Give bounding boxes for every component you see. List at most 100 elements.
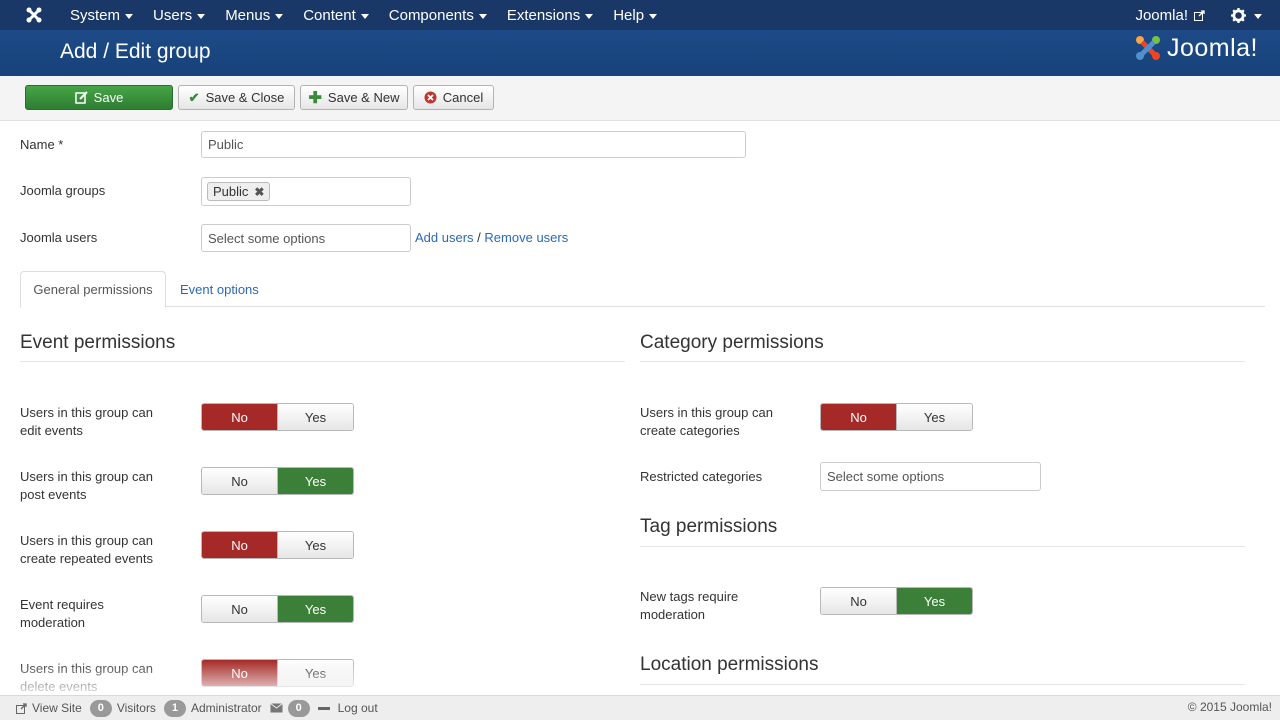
yes-option[interactable]: Yes (277, 532, 353, 558)
perm-post-events-toggle: No Yes (201, 467, 354, 495)
yes-option[interactable]: Yes (896, 404, 972, 430)
caret-down-icon (125, 13, 134, 19)
toolbar: Save ✔ Save & Close ✚ Save & New Cancel (0, 76, 1280, 121)
caret-down-icon (478, 13, 487, 19)
visitors-badge: 0 (89, 699, 112, 717)
envelope-icon (269, 703, 283, 713)
tag-permissions-title: Tag permissions (640, 516, 778, 537)
save-button[interactable]: Save (25, 85, 173, 110)
no-option[interactable]: No (821, 588, 896, 614)
plus-icon: ✚ (308, 89, 322, 107)
users-multiselect[interactable]: Select some options (201, 224, 411, 252)
perm-delete-events-toggle: No Yes (201, 659, 354, 687)
no-option[interactable]: No (202, 660, 277, 686)
status-bar: View Site 0 Visitors 1 Administrator 0 L… (0, 695, 1280, 720)
admin-status: 1 Administrator (163, 699, 262, 717)
add-users-link[interactable]: Add users (415, 230, 474, 245)
menu-help[interactable]: Help (603, 7, 667, 24)
name-input[interactable]: Public (201, 131, 746, 158)
category-permissions-title: Category permissions (640, 332, 824, 353)
perm-create-categories-label: Users in this group can create categories (640, 405, 773, 438)
edit-icon (74, 91, 88, 104)
messages-status[interactable]: 0 (269, 699, 310, 717)
yes-option[interactable]: Yes (277, 596, 353, 622)
visitors-status: 0 Visitors (89, 699, 156, 717)
view-site-link[interactable]: View Site (16, 701, 82, 715)
divider (640, 546, 1245, 547)
menu-users[interactable]: Users (143, 7, 215, 24)
caret-down-icon (649, 13, 658, 19)
yes-option[interactable]: Yes (277, 660, 353, 686)
divider (640, 361, 1245, 362)
no-option[interactable]: No (202, 404, 277, 430)
logout-link[interactable]: Log out (317, 701, 378, 715)
site-link[interactable]: Joomla! (1135, 7, 1205, 24)
remove-chip-icon[interactable]: ✖ (254, 185, 264, 199)
settings-gear-dropdown[interactable] (1231, 7, 1262, 23)
perm-moderation-toggle: No Yes (201, 595, 354, 623)
perm-edit-events-toggle: No Yes (201, 403, 354, 431)
caret-down-icon (360, 13, 369, 19)
menu-extensions[interactable]: Extensions (497, 7, 603, 24)
yes-option[interactable]: Yes (277, 468, 353, 494)
menu-menus[interactable]: Menus (215, 7, 293, 24)
location-permissions-title: Location permissions (640, 654, 819, 675)
no-option[interactable]: No (202, 468, 277, 494)
page-header: Add / Edit group Joomla! (0, 30, 1280, 76)
perm-moderation-label: Event requires moderation (20, 597, 104, 630)
restricted-categories-label: Restricted categories (640, 469, 763, 484)
save-new-button[interactable]: ✚ Save & New (300, 85, 408, 110)
groups-multiselect[interactable]: Public ✖ (201, 177, 411, 206)
yes-option[interactable]: Yes (277, 404, 353, 430)
minus-icon (317, 706, 330, 710)
no-option[interactable]: No (821, 404, 896, 430)
caret-down-icon (275, 13, 284, 19)
caret-down-icon (585, 13, 594, 19)
external-link-icon (1194, 9, 1205, 21)
divider (640, 684, 1245, 685)
save-close-button[interactable]: ✔ Save & Close (178, 85, 295, 110)
perm-delete-events-label: Users in this group can delete events (20, 661, 153, 694)
divider (20, 361, 625, 362)
copyright: © 2015 Joomla! (1187, 700, 1272, 714)
tab-event-options[interactable]: Event options (168, 271, 271, 307)
event-permissions-title: Event permissions (20, 332, 176, 353)
no-option[interactable]: No (202, 596, 277, 622)
perm-post-events-label: Users in this group can post events (20, 469, 153, 502)
remove-users-link[interactable]: Remove users (484, 230, 568, 245)
users-links: Add users / Remove users (415, 230, 569, 245)
brand-text: Joomla! (1166, 33, 1258, 62)
yes-option[interactable]: Yes (896, 588, 972, 614)
perm-tags-moderation-toggle: No Yes (820, 587, 973, 615)
menu-content[interactable]: Content (293, 7, 379, 24)
cancel-icon (424, 91, 437, 104)
external-link-icon (16, 702, 27, 714)
joomla-menu-icon[interactable] (20, 0, 48, 30)
top-nav: System Users Menus Content Components Ex… (0, 0, 1280, 30)
perm-repeated-events-label: Users in this group can create repeated e… (20, 533, 153, 566)
perm-tags-moderation-label: New tags require moderation (640, 589, 739, 622)
joomla-logo-icon (1135, 36, 1160, 60)
perm-create-categories-toggle: No Yes (820, 403, 973, 431)
perm-edit-events-label: Users in this group can edit events (20, 405, 153, 438)
cancel-button[interactable]: Cancel (413, 85, 494, 110)
caret-down-icon (197, 13, 206, 19)
users-label: Joomla users (20, 230, 98, 245)
group-chip: Public ✖ (207, 182, 271, 201)
page-title: Add / Edit group (60, 40, 211, 63)
no-option[interactable]: No (202, 532, 277, 558)
admin-badge: 1 (163, 699, 186, 717)
tab-bar: General permissions Event options (20, 271, 1265, 308)
groups-label: Joomla groups (20, 183, 106, 198)
menu-components[interactable]: Components (379, 7, 497, 24)
messages-badge: 0 (287, 699, 310, 717)
perm-repeated-events-toggle: No Yes (201, 531, 354, 559)
tab-general-permissions[interactable]: General permissions (20, 271, 166, 308)
joomla-brand: Joomla! (1133, 33, 1258, 63)
caret-down-icon (1254, 13, 1262, 19)
menu-system[interactable]: System (60, 7, 143, 24)
check-icon: ✔ (188, 89, 200, 105)
gear-icon (1231, 7, 1246, 23)
name-label: Name * (20, 137, 64, 152)
restricted-categories-select[interactable]: Select some options (820, 462, 1041, 491)
